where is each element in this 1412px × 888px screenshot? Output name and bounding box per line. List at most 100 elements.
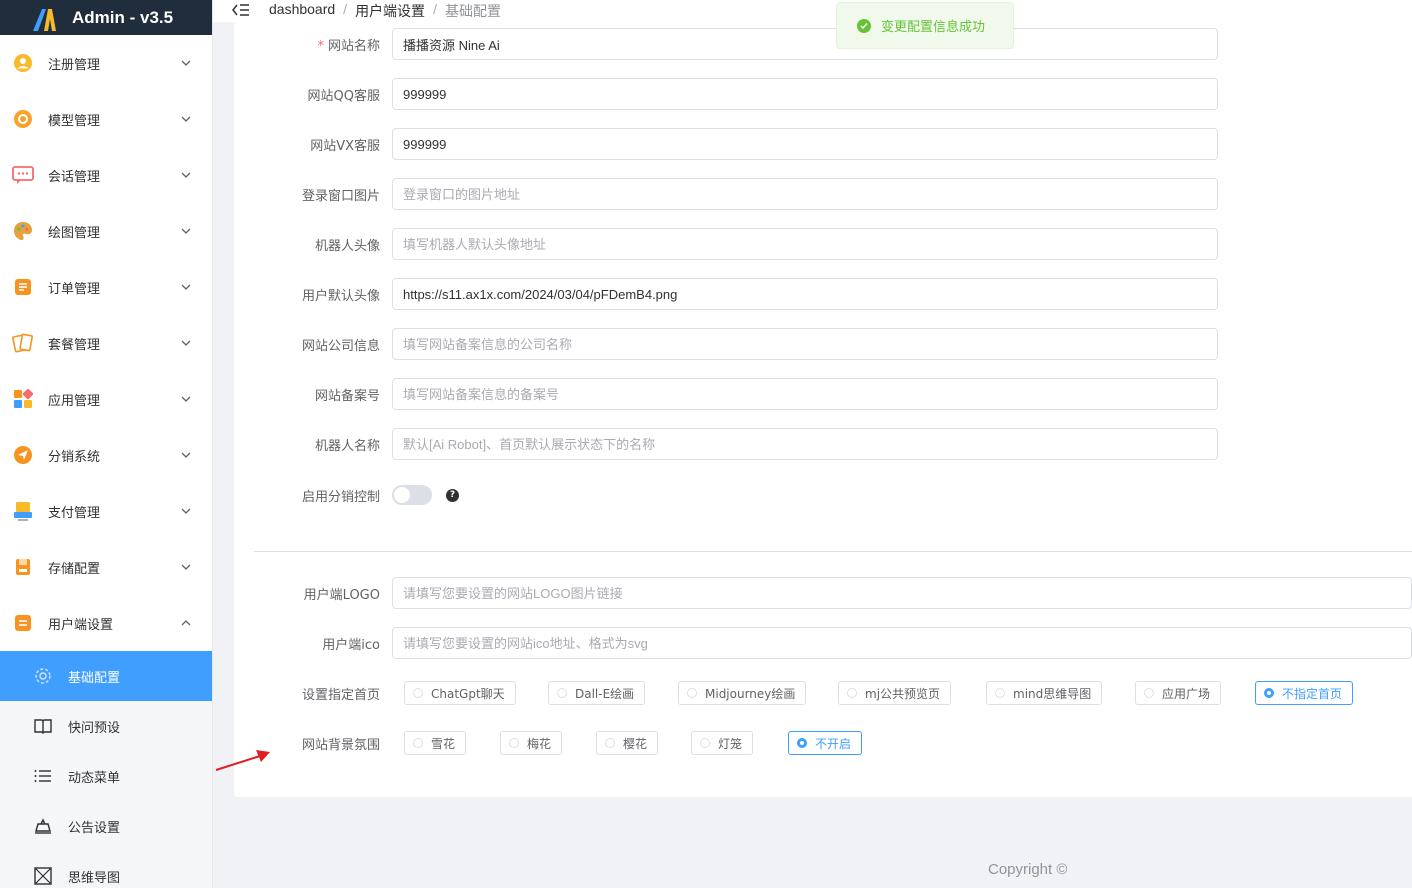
radio-label: 樱花 <box>623 736 648 751</box>
breadcrumb-dashboard[interactable]: dashboard <box>269 1 335 21</box>
field-label-text: 机器人名称 <box>314 438 380 454</box>
radio-option[interactable]: 樱花 <box>596 731 659 755</box>
chevron-down-icon <box>180 505 192 517</box>
radio-label: 不开启 <box>815 736 852 751</box>
sidebar-item-0[interactable]: 注册管理 <box>0 35 212 91</box>
palette-icon <box>12 220 34 242</box>
field-label-text: 网站备案号 <box>314 388 380 404</box>
field-input-7[interactable] <box>392 378 1218 410</box>
chevron-down-icon <box>180 561 192 573</box>
radio-option[interactable]: mind思维导图 <box>986 681 1103 705</box>
chevron-down-icon <box>180 393 192 405</box>
radio-dot-icon <box>413 688 423 698</box>
chevron-down-icon <box>180 449 192 461</box>
radio-option[interactable]: mj公共预览页 <box>838 681 952 705</box>
sidebar-item-label: 套餐管理 <box>48 337 101 353</box>
radio-option[interactable]: ChatGpt聊天 <box>404 681 516 705</box>
send-icon <box>12 444 34 466</box>
field-input-2[interactable] <box>392 128 1218 160</box>
sidebar-item-9[interactable]: 存储配置 <box>0 539 212 595</box>
field-label: 机器人头像 <box>234 235 392 254</box>
order-icon <box>12 276 34 298</box>
radio-dot-icon <box>1144 688 1154 698</box>
submenu-item-0[interactable]: 基础配置 <box>0 651 212 701</box>
field-label-text: 机器人头像 <box>314 238 380 254</box>
form-row-logo: 用户端LOGO <box>234 577 1412 609</box>
distribution-switch[interactable] <box>392 485 432 505</box>
radio-dot-icon <box>687 688 697 698</box>
sidebar-item-label: 会话管理 <box>48 169 101 185</box>
breadcrumb: dashboard / 用户端设置 / 基础配置 <box>269 1 501 21</box>
form-row-ico: 用户端ico <box>234 627 1412 659</box>
breadcrumb-separator: / <box>343 1 348 17</box>
field-label: 网站公司信息 <box>234 335 392 354</box>
field-input-5[interactable] <box>392 278 1218 310</box>
field-label: 用户端LOGO <box>303 587 380 603</box>
radio-label: 灯笼 <box>718 736 743 751</box>
config-form-card: *网站名称 网站QQ客服 网站VX客服 登录窗口图片 机器人头像 用户默认头像 … <box>234 22 1412 797</box>
radio-option[interactable]: Dall-E绘画 <box>548 681 646 705</box>
sidebar-item-6[interactable]: 应用管理 <box>0 371 212 427</box>
gear-icon <box>32 665 54 687</box>
submenu-item-4[interactable]: 思维导图 <box>0 851 212 888</box>
collapse-sidebar-icon[interactable] <box>232 2 250 18</box>
submenu-item-3[interactable]: 公告设置 <box>0 801 212 851</box>
radio-option[interactable]: 不开启 <box>788 731 863 755</box>
sidebar-item-1[interactable]: 模型管理 <box>0 91 212 147</box>
ico-input[interactable] <box>392 627 1412 659</box>
red-arrow-annotation <box>215 750 270 771</box>
radio-option[interactable]: 灯笼 <box>691 731 754 755</box>
package-icon <box>12 332 34 354</box>
radio-label: Midjourney绘画 <box>705 686 796 701</box>
radio-label: mj公共预览页 <box>865 686 941 701</box>
radio-option[interactable]: Midjourney绘画 <box>678 681 807 705</box>
form-row-5: 用户默认头像 <box>234 278 1218 310</box>
radio-option[interactable]: 应用广场 <box>1135 681 1222 705</box>
radio-label: 不指定首页 <box>1282 686 1343 701</box>
submenu-item-label: 思维导图 <box>68 870 121 886</box>
radio-option[interactable]: 不指定首页 <box>1255 681 1354 705</box>
app-title: Admin - v3.5 <box>72 7 174 27</box>
sidebar-item-label: 分销系统 <box>48 449 101 465</box>
breadcrumb-client-settings[interactable]: 用户端设置 <box>355 1 425 21</box>
help-icon[interactable]: ? <box>446 488 459 502</box>
radio-dot-icon <box>557 688 567 698</box>
submenu-item-1[interactable]: 快问预设 <box>0 701 212 751</box>
submenu-item-label: 动态菜单 <box>68 770 121 786</box>
sidebar-item-7[interactable]: 分销系统 <box>0 427 212 483</box>
announce-icon <box>32 815 54 837</box>
form-row-4: 机器人头像 <box>234 228 1218 260</box>
field-input-8[interactable] <box>392 428 1218 460</box>
field-input-1[interactable] <box>392 78 1218 110</box>
radio-option[interactable]: 梅花 <box>500 731 563 755</box>
toast-message: 变更配置信息成功 <box>881 20 986 35</box>
field-label: 启用分销控制 <box>301 489 380 505</box>
storage-icon <box>12 556 34 578</box>
field-input-3[interactable] <box>392 178 1218 210</box>
field-input-0[interactable] <box>392 28 1218 60</box>
chevron-down-icon <box>180 225 192 237</box>
sidebar-item-5[interactable]: 套餐管理 <box>0 315 212 371</box>
submenu-item-2[interactable]: 动态菜单 <box>0 751 212 801</box>
chevron-down-icon <box>180 281 192 293</box>
sidebar-item-3[interactable]: 绘图管理 <box>0 203 212 259</box>
sidebar-item-label: 订单管理 <box>48 281 101 297</box>
sidebar-item-4[interactable]: 订单管理 <box>0 259 212 315</box>
chat-icon <box>12 164 34 186</box>
sidebar-item-2[interactable]: 会话管理 <box>0 147 212 203</box>
sidebar: Admin - v3.5 注册管理 模型管理 会话管理 绘图管理 订单管理 套餐… <box>0 0 213 888</box>
sidebar-item-8[interactable]: 支付管理 <box>0 483 212 539</box>
form-row-8: 机器人名称 <box>234 428 1218 460</box>
brand[interactable]: Admin - v3.5 <box>0 0 212 35</box>
radio-label: Dall-E绘画 <box>575 686 635 701</box>
required-mark: * <box>317 38 324 54</box>
field-input-6[interactable] <box>392 328 1218 360</box>
logo-input[interactable] <box>392 577 1412 609</box>
copyright: Copyright © <box>988 861 1068 878</box>
field-input-4[interactable] <box>392 228 1218 260</box>
model-icon <box>12 108 34 130</box>
radio-option[interactable]: 雪花 <box>404 731 467 755</box>
sidebar-item-10[interactable]: 用户端设置 <box>0 595 212 651</box>
field-label-text: 网站QQ客服 <box>307 88 380 104</box>
field-label: * 网站名称 <box>234 35 392 54</box>
